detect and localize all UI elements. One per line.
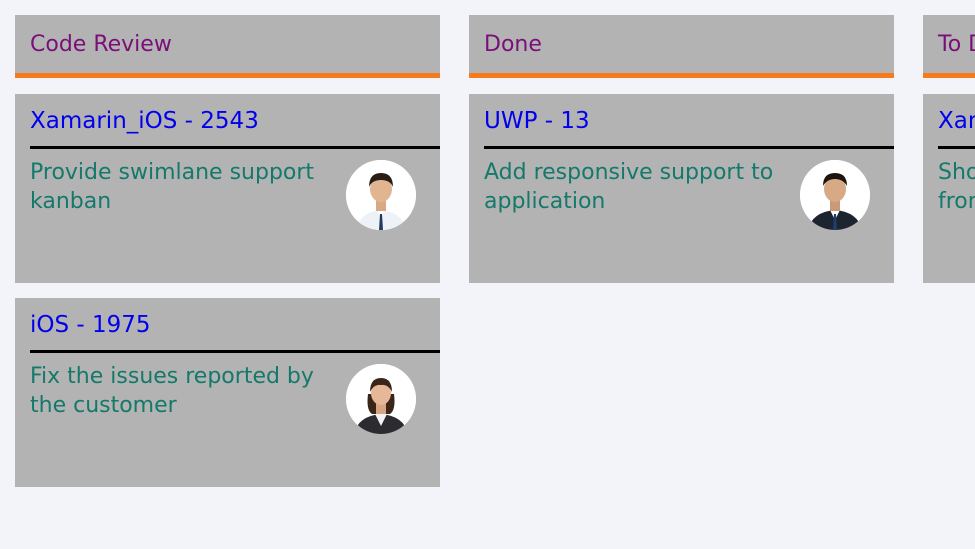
card-description: Provide swimlane support kanban [30, 160, 315, 214]
card-divider [484, 146, 894, 149]
male-avatar-dark-suit-icon [800, 160, 870, 230]
column-header-title: Done [484, 31, 542, 57]
column-code-review: Code Review Xamarin_iOS - 2543 Provide s… [15, 15, 440, 487]
card-divider [30, 146, 440, 149]
avatar [800, 160, 870, 230]
card-divider [938, 146, 975, 149]
column-to-do: To Do Xamarin - 29 Show the retrieved da… [923, 15, 975, 283]
avatar [346, 364, 416, 434]
male-avatar-white-shirt-icon [346, 160, 416, 230]
kanban-card[interactable]: Xamarin_iOS - 2543 Provide swimlane supp… [15, 94, 440, 283]
female-avatar-dark-suit-icon [346, 364, 416, 434]
card-description: Fix the issues reported by the customer [30, 364, 314, 418]
card-divider [30, 350, 440, 353]
card-title: UWP - 13 [484, 108, 590, 134]
card-description: Show the retrieved data from the server [938, 160, 975, 214]
avatar [346, 160, 416, 230]
column-header-title: Code Review [30, 31, 172, 57]
column-header[interactable]: Code Review [15, 15, 440, 78]
kanban-board: Code Review Xamarin_iOS - 2543 Provide s… [0, 0, 975, 549]
kanban-card[interactable]: Xamarin - 29 Show the retrieved data fro… [923, 94, 975, 283]
card-title: Xamarin - 29 [938, 108, 975, 134]
column-header-title: To Do [938, 31, 975, 57]
card-title: iOS - 1975 [30, 312, 151, 338]
kanban-card[interactable]: UWP - 13 Add responsive support to appli… [469, 94, 894, 283]
column-header[interactable]: Done [469, 15, 894, 78]
kanban-card[interactable]: iOS - 1975 Fix the issues reported by th… [15, 298, 440, 487]
card-description: Add responsive support to application [484, 160, 774, 214]
column-done: Done UWP - 13 Add responsive support to … [469, 15, 894, 283]
card-title: Xamarin_iOS - 2543 [30, 108, 259, 134]
column-header[interactable]: To Do [923, 15, 975, 78]
